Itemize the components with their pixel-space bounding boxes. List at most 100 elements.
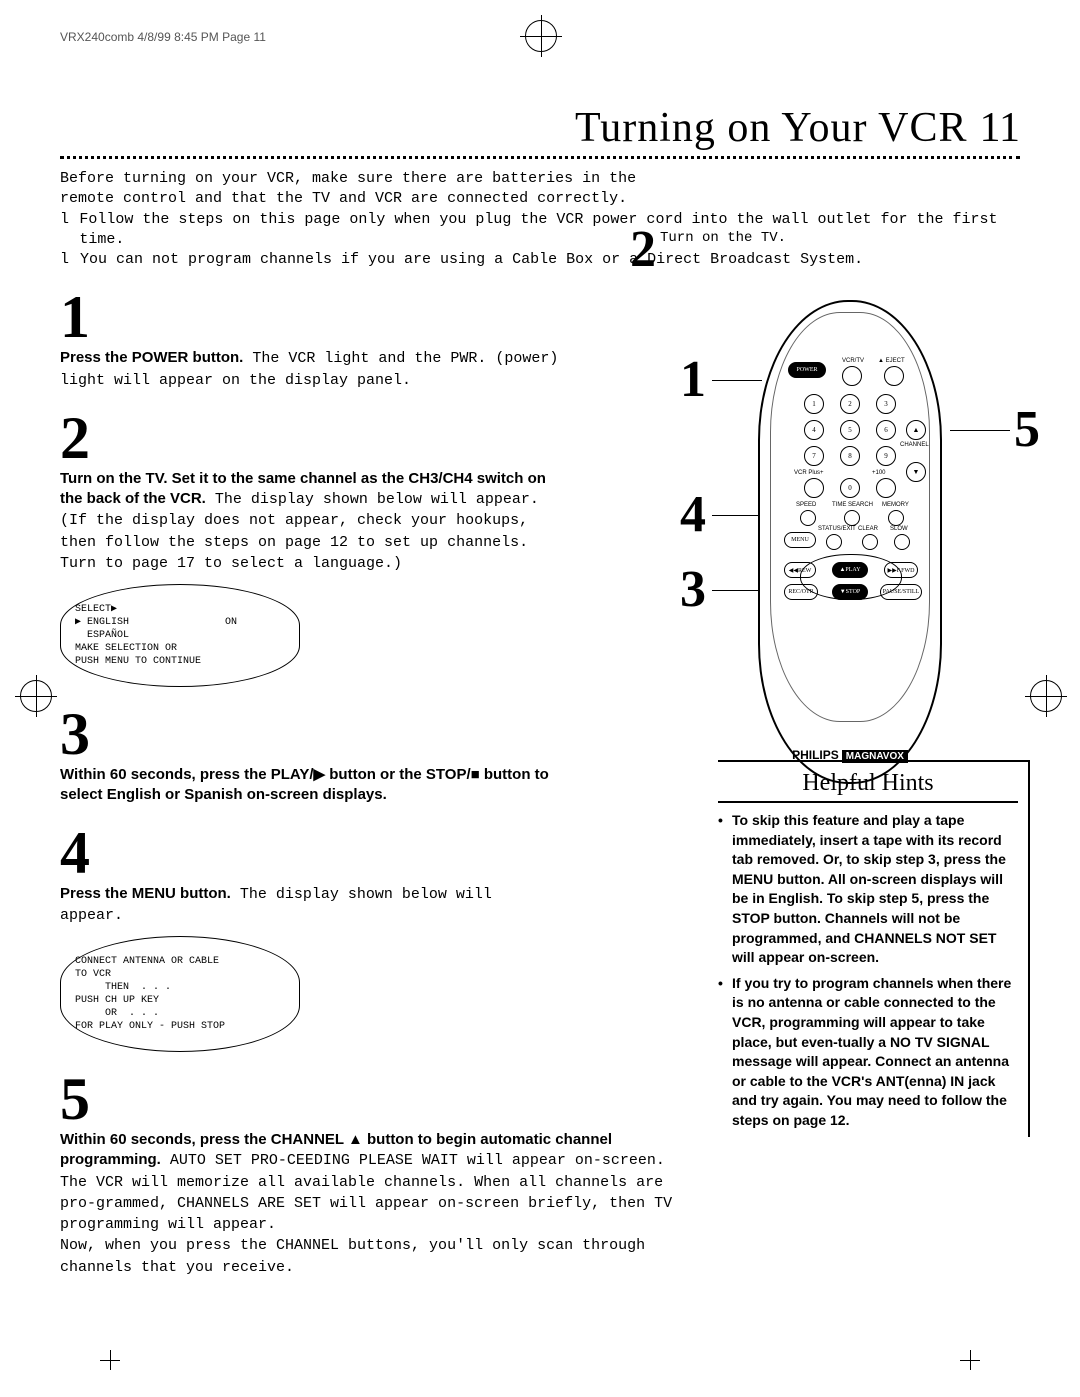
keypad-0: 0 <box>840 478 860 498</box>
step-3-bold: Within 60 seconds, press the PLAY/▶ butt… <box>60 766 549 803</box>
osd-line: SELECT▶ <box>75 603 285 616</box>
dotted-rule <box>60 156 1020 159</box>
slow-label: SLOW <box>890 526 908 532</box>
hint-2: If you try to program channels when ther… <box>732 974 1018 1131</box>
clear-button <box>862 534 878 550</box>
step-2-body: Turn on the TV. Set it to the same chann… <box>60 469 560 574</box>
step-5-text: AUTO SET PRO-CEEDING PLEASE WAIT will ap… <box>60 1152 672 1275</box>
print-header: VRX240comb 4/8/99 8:45 PM Page 11 <box>60 30 1020 44</box>
keypad-4: 4 <box>804 420 824 440</box>
step-3-body: Within 60 seconds, press the PLAY/▶ butt… <box>60 765 560 806</box>
remote-control-diagram: POWER VCR/TV ▲ EJECT 1 2 3 4 5 6 7 8 9 C… <box>758 300 942 784</box>
eject-label: ▲ EJECT <box>878 358 905 364</box>
rew-button: ◀◀REW <box>784 562 816 578</box>
osd-line: MAKE SELECTION OR <box>75 642 285 655</box>
step-number-4: 4 <box>60 826 560 880</box>
vcrplus-label: VCR Plus+ <box>794 470 824 476</box>
step-1-body: Press the POWER button. The VCR light an… <box>60 348 560 391</box>
intro-block: Before turning on your VCR, make sure th… <box>60 169 1020 270</box>
callout-2: 2 <box>630 220 656 279</box>
osd-line: TO VCR <box>75 968 285 981</box>
eject-button <box>884 366 904 386</box>
registration-mark-left <box>20 680 52 712</box>
vcrplus-button <box>804 478 824 498</box>
callout-2-note: Turn on the TV. <box>660 230 786 246</box>
memory-button <box>888 510 904 526</box>
keypad-5: 5 <box>840 420 860 440</box>
channel-down-button: ▼ <box>906 462 926 482</box>
menu-button: MENU <box>784 532 816 548</box>
timesearch-label: TIME SEARCH <box>832 502 873 508</box>
statusexit-button <box>826 534 842 550</box>
bullet-marker: l <box>60 210 79 251</box>
crop-mark <box>100 1350 120 1370</box>
keypad-2: 2 <box>840 394 860 414</box>
bullet-marker: l <box>60 250 80 270</box>
callout-4: 4 <box>680 485 706 544</box>
osd-line: THEN . . . <box>75 981 285 994</box>
step-number-3: 3 <box>60 707 560 761</box>
keypad-1: 1 <box>804 394 824 414</box>
vcrtv-button <box>842 366 862 386</box>
ffwd-button: ▶▶F.FWD <box>884 562 918 578</box>
callout-line <box>950 430 1010 431</box>
intro-bullet: Follow the steps on this page only when … <box>79 210 1020 251</box>
channel-up-button: ▲ <box>906 420 926 440</box>
stop-button: ▼STOP <box>832 584 868 600</box>
osd-line: OR . . . <box>75 1007 285 1020</box>
vcrtv-label: VCR/TV <box>842 358 864 364</box>
intro-line: remote control and that the TV and VCR a… <box>60 189 1020 209</box>
intro-bullet: You can not program channels if you are … <box>80 250 863 270</box>
callout-1: 1 <box>680 350 706 409</box>
osd-line: PUSH MENU TO CONTINUE <box>75 655 285 668</box>
step-4-bold: Press the MENU button. <box>60 885 231 902</box>
registration-mark-right <box>1030 680 1062 712</box>
step-number-5: 5 <box>60 1072 560 1126</box>
step-number-1: 1 <box>60 290 560 344</box>
power-button: POWER <box>788 362 826 378</box>
hints-title: Helpful Hints <box>718 770 1018 803</box>
crop-mark <box>960 1350 980 1370</box>
timesearch-button <box>844 510 860 526</box>
recotr-button: REC/OTR <box>784 584 818 600</box>
callout-5: 5 <box>1014 400 1040 459</box>
memory-label: MEMORY <box>882 502 909 508</box>
step-5-body: Within 60 seconds, press the CHANNEL ▲ b… <box>60 1130 680 1278</box>
speed-label: SPEED <box>796 502 816 508</box>
osd-line: PUSH CH UP KEY <box>75 994 285 1007</box>
clear-label: CLEAR <box>858 526 878 532</box>
channel-label: CHANNEL <box>900 442 929 448</box>
step-4-body: Press the MENU button. The display shown… <box>60 884 560 927</box>
intro-line: Before turning on your VCR, make sure th… <box>60 169 1020 189</box>
helpful-hints-box: Helpful Hints •To skip this feature and … <box>718 760 1030 1137</box>
page-number: 11 <box>980 104 1020 152</box>
plus100-label: +100 <box>872 470 886 476</box>
hint-1: To skip this feature and play a tape imm… <box>732 811 1018 968</box>
callout-line <box>712 515 762 516</box>
osd-line: CONNECT ANTENNA OR CABLE <box>75 955 285 968</box>
statusexit-label: STATUS/EXIT <box>818 526 856 532</box>
keypad-6: 6 <box>876 420 896 440</box>
callout-3: 3 <box>680 560 706 619</box>
osd-language-select: SELECT▶ ▶ ENGLISH ON ESPAÑOL MAKE SELECT… <box>60 584 300 687</box>
callout-line <box>712 380 762 381</box>
page-title: Turning on Your VCR <box>575 104 968 152</box>
pause-button: PAUSE/STILL <box>880 584 922 600</box>
osd-line: ▶ ENGLISH ON <box>75 616 285 629</box>
keypad-9: 9 <box>876 446 896 466</box>
bullet-icon: • <box>718 974 732 1131</box>
play-button: ▲PLAY <box>832 562 868 578</box>
keypad-7: 7 <box>804 446 824 466</box>
osd-line: ESPAÑOL <box>75 629 285 642</box>
step-number-2: 2 <box>60 411 560 465</box>
keypad-8: 8 <box>840 446 860 466</box>
step-1-bold: Press the POWER button. <box>60 349 243 366</box>
osd-connect-antenna: CONNECT ANTENNA OR CABLE TO VCR THEN . .… <box>60 936 300 1052</box>
bullet-icon: • <box>718 811 732 968</box>
slow-button <box>894 534 910 550</box>
keypad-3: 3 <box>876 394 896 414</box>
plus100-button <box>876 478 896 498</box>
speed-button <box>800 510 816 526</box>
osd-line: FOR PLAY ONLY - PUSH STOP <box>75 1020 285 1033</box>
callout-line <box>712 590 762 591</box>
